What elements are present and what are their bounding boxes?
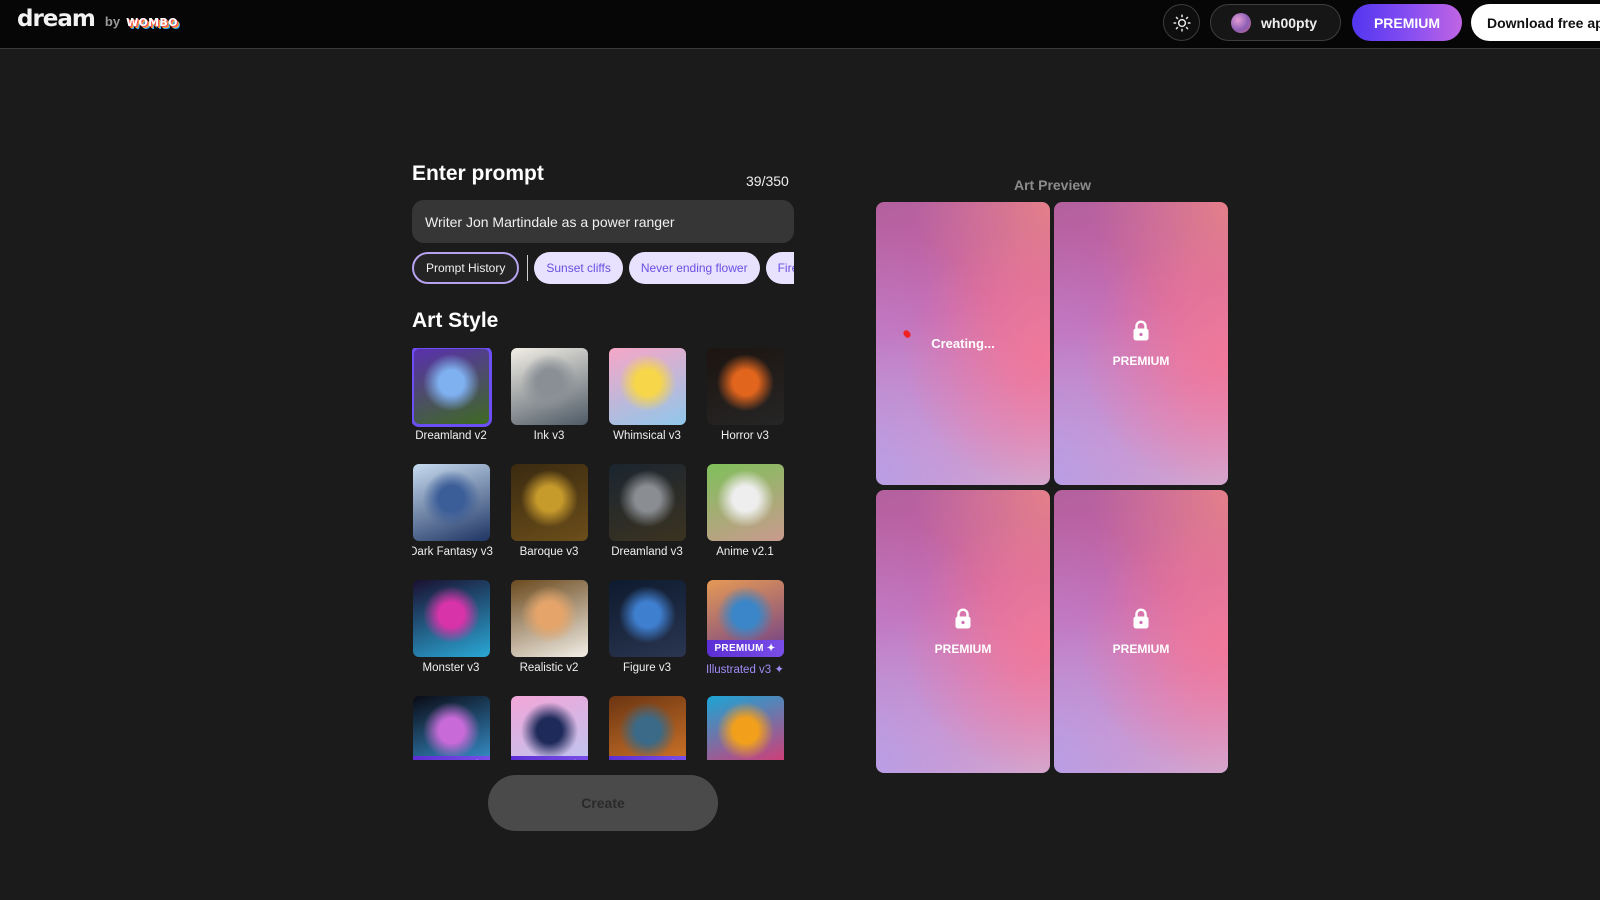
logo-wombo: WOMBO — [126, 16, 178, 29]
art-style-label: Ink v3 — [533, 430, 565, 442]
art-style-option[interactable]: Dreamland v2 — [412, 348, 500, 442]
art-style-thumbnail — [706, 696, 784, 760]
art-style-option[interactable]: Anime v2.1 — [696, 464, 794, 558]
premium-label: PREMIUM — [1112, 641, 1170, 656]
art-style-thumbnail: PREMIUM ✦ — [510, 696, 588, 760]
premium-badge: PREMIUM ✦ — [706, 640, 784, 657]
theme-toggle-button[interactable] — [1163, 4, 1200, 41]
art-style-thumbnail — [412, 464, 490, 541]
create-button[interactable]: Create — [488, 775, 718, 831]
art-style-thumbnail — [412, 580, 490, 657]
art-style-option[interactable]: PREMIUM ✦ — [598, 696, 696, 760]
avatar — [1231, 12, 1251, 33]
prompt-chips: Prompt History Sunset cliffs Never endin… — [412, 252, 794, 284]
art-style-thumbnail — [706, 348, 784, 425]
art-style-thumbnail — [510, 464, 588, 541]
creating-status: Creating... — [931, 336, 995, 351]
char-counter: 39/350 — [746, 173, 789, 189]
art-style-thumbnail — [608, 348, 686, 425]
art-style-thumbnail — [510, 580, 588, 657]
download-app-button[interactable]: Download free app — [1471, 4, 1600, 41]
lock-icon — [1132, 608, 1150, 634]
art-style-option[interactable]: Whimsical v3 — [598, 348, 696, 442]
suggestion-chip[interactable]: Sunset cliffs — [534, 252, 623, 284]
logo-by: by — [104, 14, 121, 29]
art-style-option[interactable]: Dark Fantasy v3 — [412, 464, 500, 558]
premium-label: PREMIUM — [1112, 353, 1170, 368]
art-style-option[interactable]: Figure v3 — [598, 580, 696, 674]
art-style-option[interactable] — [696, 696, 794, 760]
art-style-option[interactable]: PREMIUM ✦ — [412, 696, 500, 760]
top-nav: dream by WOMBO wh00pty PREMIUM Download … — [0, 0, 1600, 49]
premium-badge: PREMIUM ✦ — [510, 756, 588, 760]
preview-card-locked[interactable]: PREMIUM — [876, 490, 1050, 773]
user-menu-button[interactable]: wh00pty — [1210, 4, 1341, 41]
art-style-option[interactable]: PREMIUM ✦ Illustrated v3 ✦ — [696, 580, 794, 676]
premium-label: PREMIUM — [934, 641, 992, 656]
art-style-label: Dreamland v2 — [415, 430, 487, 442]
art-style-heading: Art Style — [412, 309, 499, 332]
art-style-label: Figure v3 — [623, 662, 671, 674]
art-style-thumbnail — [608, 580, 686, 657]
art-style-thumbnail — [510, 348, 588, 425]
art-style-label: Anime v2.1 — [716, 546, 774, 558]
art-style-label: Baroque v3 — [519, 546, 579, 558]
premium-button[interactable]: PREMIUM — [1352, 4, 1462, 41]
premium-badge: PREMIUM ✦ — [412, 756, 490, 760]
art-style-thumbnail: PREMIUM ✦ — [412, 696, 490, 760]
logo[interactable]: dream by WOMBO — [17, 6, 178, 32]
preview-card-creating: Creating... — [876, 202, 1050, 485]
suggestion-chip[interactable]: Never ending flower — [628, 252, 760, 284]
prompt-heading: Enter prompt — [412, 162, 544, 185]
lock-icon — [1132, 320, 1150, 346]
preview-card-locked[interactable]: PREMIUM — [1054, 490, 1228, 773]
art-style-label: Whimsical v3 — [613, 430, 681, 442]
art-style-thumbnail — [706, 464, 784, 541]
art-style-grid: Dreamland v2 Ink v3 Whimsical v3 Horror v3 D… — [412, 348, 802, 760]
art-style-label: Dreamland v3 — [611, 546, 683, 558]
art-style-option[interactable]: Horror v3 — [696, 348, 794, 442]
prompt-history-button[interactable]: Prompt History — [412, 252, 520, 284]
art-style-option[interactable]: Realistic v2 — [500, 580, 598, 674]
loading-spinner-icon — [902, 329, 912, 339]
art-preview-heading: Art Preview — [1014, 177, 1092, 193]
sun-icon — [1172, 13, 1191, 32]
art-style-option[interactable]: Dreamland v3 — [598, 464, 696, 558]
art-style-thumbnail: PREMIUM ✦ — [706, 580, 784, 657]
art-style-thumbnail — [608, 464, 686, 541]
art-style-label: Realistic v2 — [519, 662, 579, 674]
art-style-label: Illustrated v3 ✦ — [705, 664, 785, 676]
art-style-option[interactable]: Baroque v3 — [500, 464, 598, 558]
premium-badge: PREMIUM ✦ — [608, 756, 686, 760]
art-style-thumbnail — [412, 348, 492, 427]
art-style-label: Monster v3 — [422, 662, 480, 674]
suggestion-chip[interactable]: Fire and water — [765, 252, 794, 284]
art-style-thumbnail: PREMIUM ✦ — [608, 696, 686, 760]
art-style-option[interactable]: PREMIUM ✦ — [500, 696, 598, 760]
username: wh00pty — [1261, 14, 1318, 31]
art-style-label: Horror v3 — [721, 430, 769, 442]
prompt-input[interactable] — [412, 200, 794, 243]
art-style-label: Dark Fantasy v3 — [412, 546, 493, 558]
lock-icon — [954, 608, 972, 634]
art-style-option[interactable]: Monster v3 — [412, 580, 500, 674]
logo-dream: dream — [17, 6, 96, 32]
preview-card-locked[interactable]: PREMIUM — [1054, 202, 1228, 485]
art-style-option[interactable]: Ink v3 — [500, 348, 598, 442]
chip-divider — [527, 255, 529, 281]
